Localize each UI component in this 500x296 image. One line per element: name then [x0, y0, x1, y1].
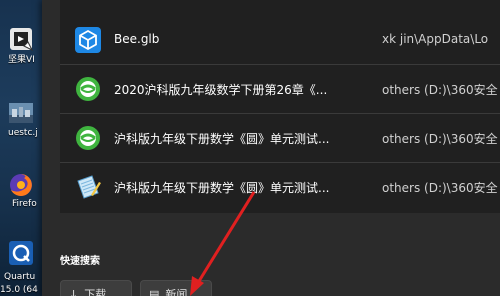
firefox-icon[interactable]: [6, 170, 36, 200]
desktop-label: uestc.j: [8, 128, 38, 138]
button-label: 下载: [84, 288, 107, 296]
desktop-label: Firefo: [12, 199, 37, 209]
notepad-icon: [74, 173, 102, 201]
download-icon: ↓: [69, 288, 79, 296]
result-name: 2020沪科版九年级数学下册第26章《...: [114, 83, 328, 97]
news-icon: ▤: [149, 288, 160, 296]
result-name: 沪科版九年级下册数学《圆》单元测试...: [114, 132, 330, 146]
quick-search-title: 快速搜索: [60, 256, 100, 267]
quick-search-download-button[interactable]: ↓ 下载: [60, 280, 132, 296]
desktop-label: Quartu: [4, 272, 36, 282]
3d-object-icon: [74, 26, 102, 54]
desktop-label: 15.0 (64: [0, 285, 38, 295]
app-shortcut-icon[interactable]: [6, 24, 36, 54]
list-item[interactable]: 沪科版九年级下册数学《圆》单元测试... others (D:)\360安全: [60, 114, 500, 163]
list-item[interactable]: Bee.glb xk jin\AppData\Lo: [60, 16, 500, 65]
list-item[interactable]: 沪科版九年级下册数学《圆》单元测试... others (D:)\360安全: [60, 163, 500, 212]
quick-search-news-button[interactable]: ▤ 新闻: [140, 280, 212, 296]
desktop-label: 坚果VI: [8, 55, 35, 65]
photo-file-icon[interactable]: [6, 98, 36, 128]
result-path: others (D:)\360安全: [382, 181, 498, 195]
search-panel: Bee.glb xk jin\AppData\Lo 2020沪科版九年级数学下册…: [42, 0, 500, 296]
search-results-list: Bee.glb xk jin\AppData\Lo 2020沪科版九年级数学下册…: [60, 0, 500, 213]
list-item[interactable]: 2020沪科版九年级数学下册第26章《... others (D:)\360安全: [60, 65, 500, 114]
result-path: others (D:)\360安全: [382, 83, 498, 97]
result-path: others (D:)\360安全: [382, 132, 498, 146]
desktop-strip: 坚果VI uestc.j Firefo Quartu 15.0 (64: [0, 0, 42, 296]
result-name: Bee.glb: [114, 32, 160, 46]
quartus-icon[interactable]: [6, 238, 36, 268]
360-document-icon: [74, 124, 102, 152]
result-path: xk jin\AppData\Lo: [382, 32, 489, 46]
result-name: 沪科版九年级下册数学《圆》单元测试...: [114, 181, 330, 195]
360-document-icon: [74, 75, 102, 103]
button-label: 新闻: [165, 288, 188, 296]
